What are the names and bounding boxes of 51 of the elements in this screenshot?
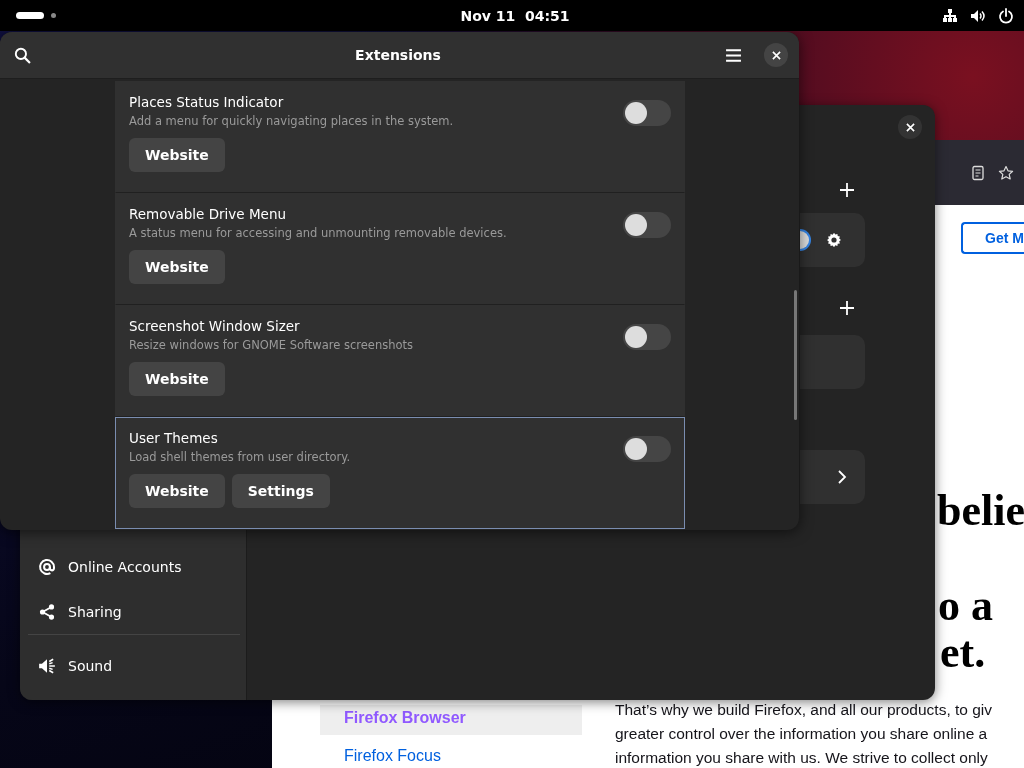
clock[interactable]: Nov 11 04:51 <box>460 7 570 24</box>
extension-button[interactable]: Website <box>129 138 225 172</box>
body-text: information you share with us. We strive to collect only <box>615 748 989 768</box>
extension-button[interactable]: Website <box>129 250 225 284</box>
body-text: greater control over the information you share online a <box>615 724 989 744</box>
extension-name: Screenshot Window Sizer <box>129 318 301 334</box>
scrollbar[interactable] <box>794 290 797 420</box>
at-sign-icon <box>38 557 56 576</box>
close-button[interactable] <box>898 115 922 139</box>
extension-name: Removable Drive Menu <box>129 206 288 222</box>
workspace-indicator[interactable] <box>16 12 44 19</box>
extension-description: Load shell themes from user directory. <box>129 450 351 464</box>
share-icon <box>38 602 56 621</box>
extension-button[interactable]: Settings <box>231 474 330 508</box>
heading-text: o a <box>938 583 993 629</box>
speaker-icon <box>38 656 56 675</box>
toggle-switch[interactable] <box>623 100 671 126</box>
extension-button[interactable]: Website <box>129 362 225 396</box>
reader-view-icon[interactable] <box>970 164 986 181</box>
sidebar-item[interactable]: Sound <box>28 643 240 688</box>
chevron-right-icon <box>837 469 847 485</box>
get-button[interactable]: Get M <box>961 222 1024 254</box>
heading-text: et. <box>940 630 986 676</box>
extension-button[interactable]: Website <box>129 474 225 508</box>
bookmark-star-icon[interactable] <box>998 164 1014 181</box>
body-text: That’s why we build Firefox, and all our products, to giv <box>615 700 993 720</box>
close-icon <box>905 122 915 132</box>
nav-link[interactable]: Firefox Browser <box>320 705 582 735</box>
workspace-indicator-dot[interactable] <box>51 13 56 18</box>
toggle-switch[interactable] <box>623 212 671 238</box>
extension-name: User Themes <box>129 430 219 446</box>
extension-description: A status menu for accessing and unmounting removable devices. <box>129 226 507 240</box>
close-button[interactable] <box>764 43 788 67</box>
extension-description: Add a menu for quickly navigating places in the system. <box>129 114 454 128</box>
toggle-switch[interactable] <box>623 324 671 350</box>
nav-link[interactable]: Firefox Focus <box>320 743 582 768</box>
search-icon[interactable] <box>14 46 31 64</box>
close-icon <box>771 50 781 60</box>
extension-description: Resize windows for GNOME Software screenshots <box>129 338 414 352</box>
power-icon[interactable] <box>998 7 1014 24</box>
menu-icon[interactable] <box>725 46 742 64</box>
extension-name: Places Status Indicator <box>129 94 285 110</box>
add-icon[interactable] <box>839 300 855 316</box>
sidebar-item[interactable]: Sharing <box>28 589 240 635</box>
toggle-switch[interactable] <box>623 436 671 462</box>
add-icon[interactable] <box>839 182 855 198</box>
heading-text: belie <box>937 488 1024 534</box>
sidebar-item[interactable]: Online Accounts <box>28 544 240 589</box>
settings-icon[interactable] <box>826 232 842 248</box>
network-icon[interactable] <box>942 7 958 24</box>
window-title: Extensions <box>354 47 442 63</box>
